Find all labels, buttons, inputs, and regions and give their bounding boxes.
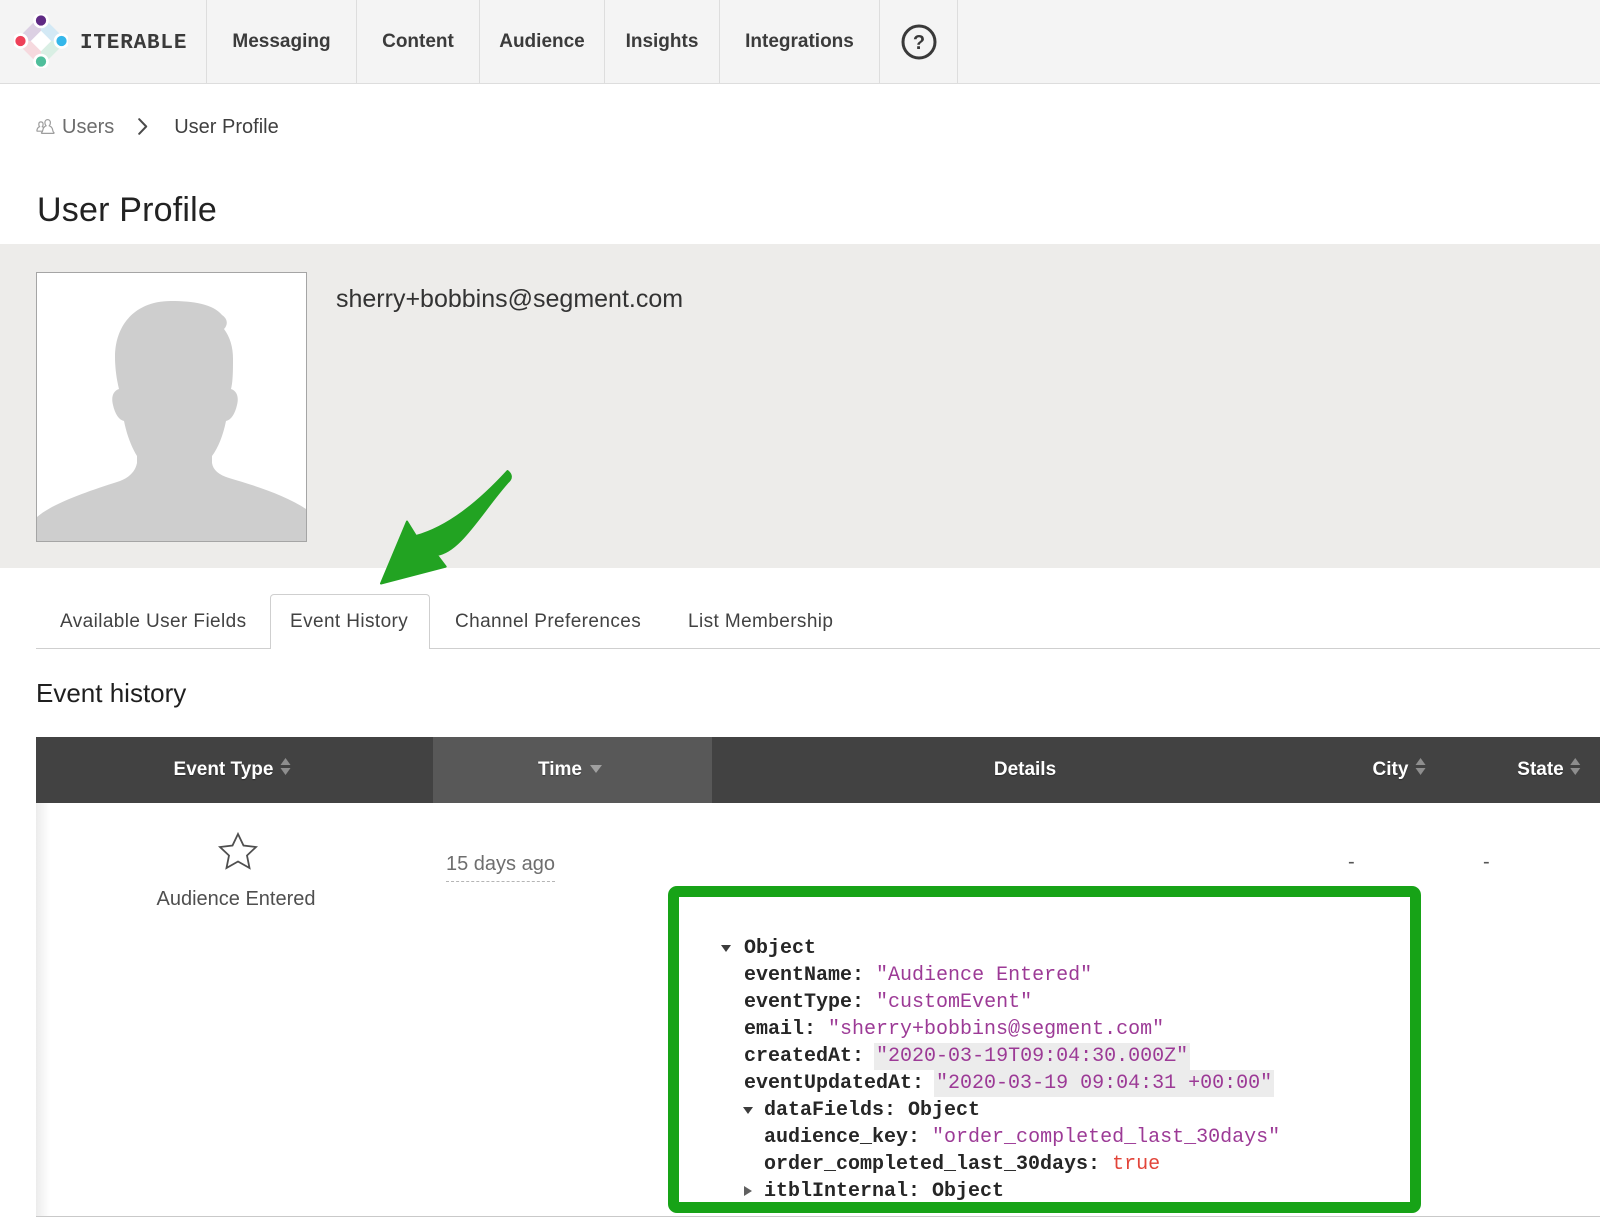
svg-text:?: ? [912,32,924,54]
